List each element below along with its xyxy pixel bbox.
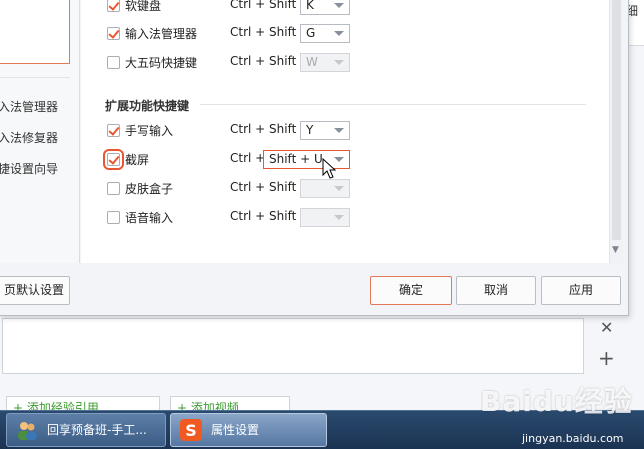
handwriting-prefix: Ctrl + Shift + — [230, 122, 311, 136]
section-title: 扩展功能快捷键 — [105, 99, 190, 113]
close-icon[interactable]: ✕ — [600, 318, 613, 337]
taskbar-item-label: 属性设置 — [211, 423, 260, 437]
screenshot-label: 截屏 — [125, 153, 150, 167]
handwriting-checkbox[interactable] — [107, 124, 120, 137]
chevron-down-icon — [334, 186, 344, 191]
chevron-down-icon — [334, 215, 344, 220]
handwriting-label: 手写输入 — [125, 124, 174, 138]
ime-manager-key-value: G — [306, 26, 316, 40]
restore-default-button[interactable]: 页默认设置 — [0, 276, 70, 305]
chevron-down-icon — [334, 3, 344, 8]
settings-dialog: 入法管理器 入法修复器 捷设置向导 ▼ 软键盘 Ctrl + Shift + K… — [0, 0, 629, 316]
sogou-icon: S — [180, 419, 202, 441]
softkeyboard-label: 软键盘 — [125, 0, 162, 13]
nav-item-setup-wizard[interactable]: 捷设置向导 — [0, 160, 58, 177]
apply-button[interactable]: 应用 — [541, 276, 621, 305]
nav-item-ime-manager[interactable]: 入法管理器 — [0, 98, 58, 115]
background-text-area[interactable] — [2, 318, 584, 374]
ok-button[interactable]: 确定 — [370, 276, 452, 305]
skin-box-prefix: Ctrl + Shift + — [230, 180, 311, 194]
chevron-down-icon — [334, 31, 344, 36]
cancel-button[interactable]: 取消 — [456, 276, 536, 305]
voice-input-key-select[interactable] — [300, 208, 350, 227]
svg-text:S: S — [185, 421, 197, 440]
big5-prefix: Ctrl + Shift + — [230, 54, 311, 68]
nav-item-ime-repair[interactable]: 入法修复器 — [0, 129, 58, 146]
ime-manager-checkbox[interactable] — [107, 27, 120, 40]
chevron-down-icon — [334, 128, 344, 133]
taskbar-item-prep-class[interactable]: 回享预备班-手工... — [6, 413, 166, 447]
nav-selected-box — [0, 0, 70, 64]
taskbar-item-label: 回享预备班-手工... — [47, 423, 147, 437]
baidu-watermark-url: jingyan.baidu.com — [522, 432, 624, 445]
scroll-down-icon[interactable]: ▼ — [612, 245, 619, 255]
scroll-thumb[interactable] — [612, 0, 621, 240]
chevron-down-icon — [334, 60, 344, 65]
mouse-cursor-icon — [322, 158, 337, 179]
voice-input-prefix: Ctrl + Shift + — [230, 209, 311, 223]
ime-manager-prefix: Ctrl + Shift + — [230, 25, 311, 39]
ime-manager-label: 输入法管理器 — [125, 27, 198, 41]
softkeyboard-key-select[interactable]: K — [300, 0, 350, 15]
big5-label: 大五码快捷键 — [125, 56, 198, 70]
nav-pane: 入法管理器 入法修复器 捷设置向导 — [0, 0, 80, 263]
screenshot-checkbox[interactable] — [103, 149, 124, 170]
voice-input-checkbox[interactable] — [107, 211, 120, 224]
handwriting-key-select[interactable]: Y — [300, 121, 350, 140]
big5-checkbox[interactable] — [107, 56, 120, 69]
add-icon[interactable]: + — [598, 346, 615, 370]
screenshot-key-value: Shift + U — [269, 152, 323, 166]
skin-box-checkbox[interactable] — [107, 182, 120, 195]
softkeyboard-key-value: K — [306, 0, 314, 12]
taskbar-item-properties[interactable]: S 属性设置 — [170, 413, 327, 447]
baidu-watermark: Baidu经验 — [480, 385, 633, 418]
screenshot-prefix: Ctrl + — [230, 151, 266, 165]
section-divider — [200, 104, 586, 105]
vertical-scrollbar[interactable]: ▼ — [609, 0, 623, 263]
nav-divider — [0, 77, 70, 78]
big5-key-select[interactable]: W — [300, 53, 350, 72]
softkeyboard-checkbox[interactable] — [107, 0, 120, 12]
big5-key-value: W — [306, 55, 318, 69]
handwriting-key-value: Y — [306, 123, 314, 137]
users-icon — [18, 422, 37, 440]
softkeyboard-prefix: Ctrl + Shift + — [230, 0, 311, 11]
skin-box-key-select[interactable] — [300, 179, 350, 198]
voice-input-label: 语音输入 — [125, 211, 174, 225]
ime-manager-key-select[interactable]: G — [300, 24, 350, 43]
skin-box-label: 皮肤盒子 — [125, 182, 174, 196]
